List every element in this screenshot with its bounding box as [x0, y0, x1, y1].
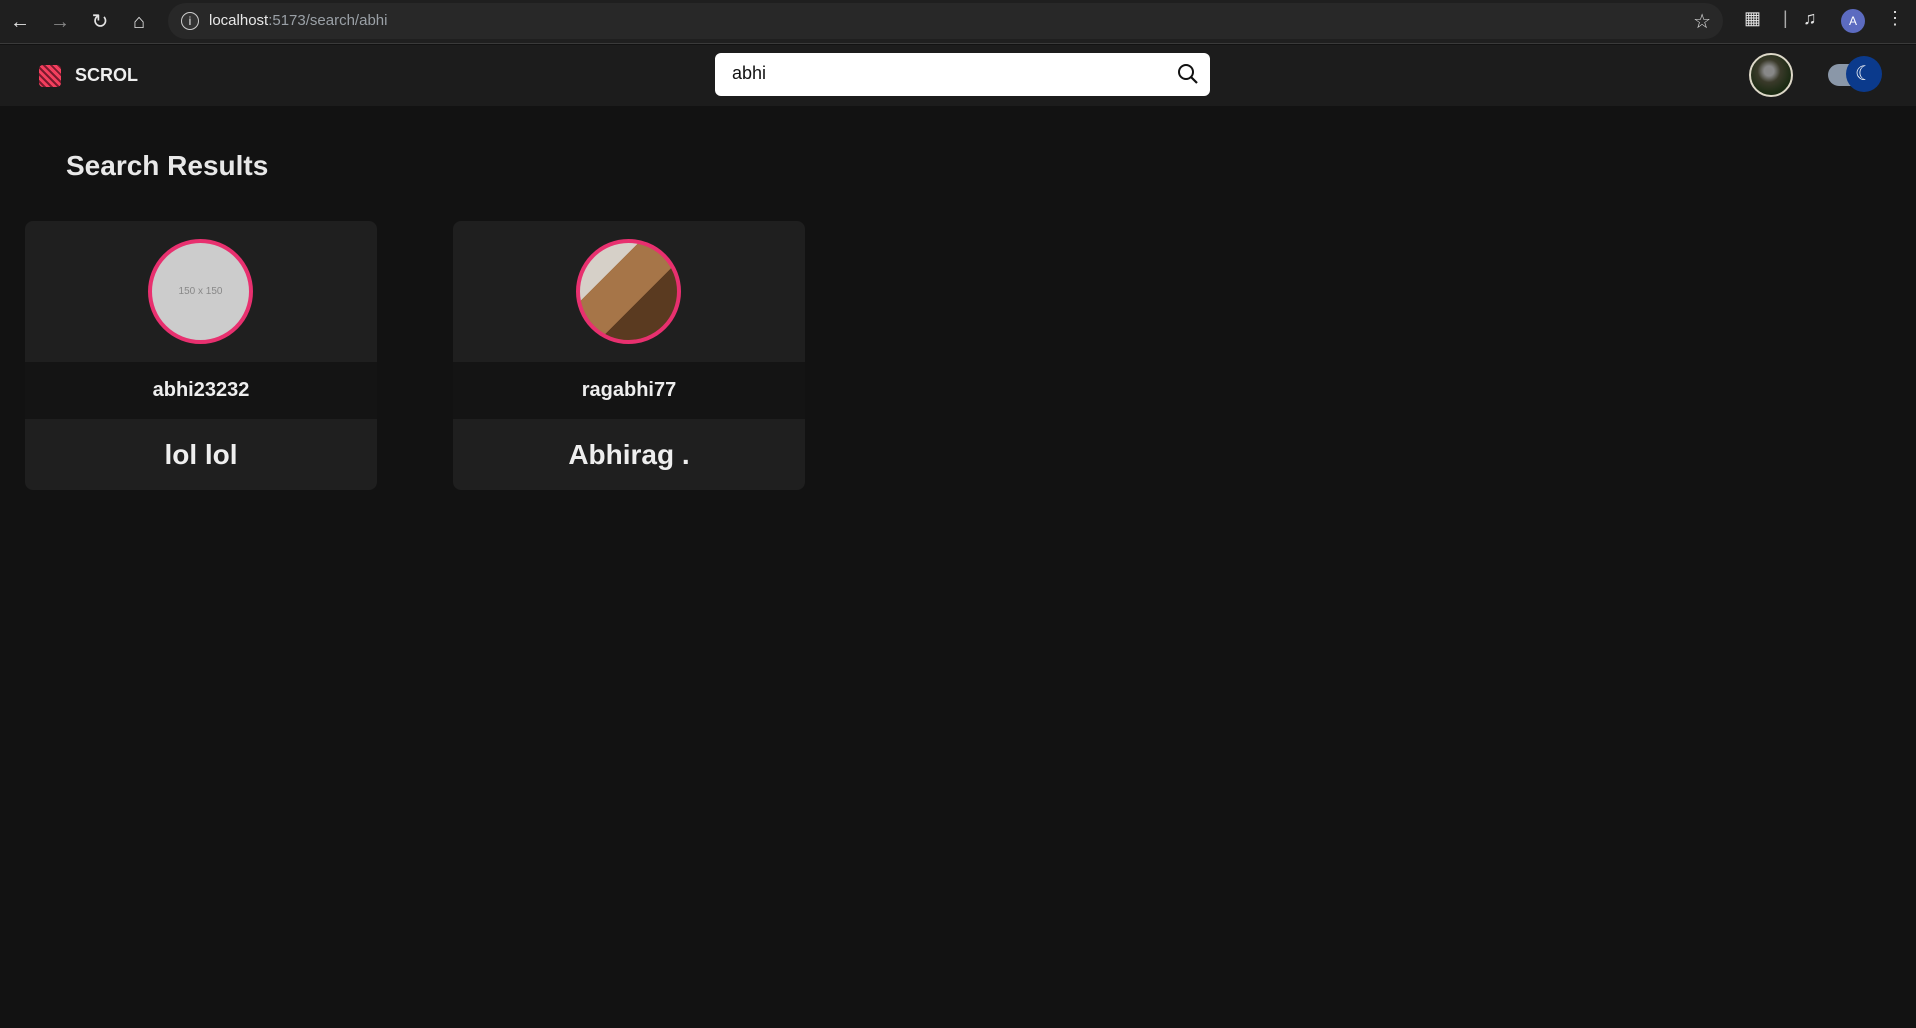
app-header: SCROL ☾ — [0, 45, 1916, 106]
back-icon[interactable]: ← — [6, 8, 34, 36]
bookmark-star-icon[interactable]: ☆ — [1693, 9, 1711, 34]
user-avatar[interactable] — [1749, 53, 1793, 97]
media-control-icon[interactable]: ♫ — [1803, 8, 1817, 29]
username: ragabhi77 — [453, 362, 805, 419]
brand-name[interactable]: SCROL — [75, 65, 138, 86]
username: abhi23232 — [25, 362, 377, 419]
page-title: Search Results — [66, 150, 269, 181]
reload-icon[interactable]: ↻ — [86, 8, 114, 36]
browser-toolbar: ← → ↻ ⌂ i localhost:5173/search/abhi ☆ ▦… — [0, 0, 1916, 44]
search-input[interactable] — [732, 63, 1152, 84]
search-icon[interactable] — [1176, 62, 1200, 86]
menu-kebab-icon[interactable]: ⋮ — [1886, 8, 1904, 29]
site-info-icon[interactable]: i — [181, 12, 199, 30]
divider: | — [1783, 8, 1788, 28]
address-bar[interactable]: i localhost:5173/search/abhi ☆ — [168, 3, 1723, 39]
extensions-icon[interactable]: ▦ — [1744, 8, 1761, 29]
url-text[interactable]: localhost:5173/search/abhi — [209, 12, 387, 29]
user-result-card[interactable]: ragabhi77 Abhirag . — [453, 221, 805, 490]
search-box[interactable] — [715, 53, 1210, 96]
logo-icon[interactable] — [39, 65, 61, 87]
home-icon[interactable]: ⌂ — [125, 8, 153, 36]
display-name: Abhirag . — [568, 439, 690, 470]
browser-profile-avatar[interactable]: A — [1841, 9, 1865, 33]
forward-icon[interactable]: → — [46, 8, 74, 36]
avatar-placeholder: 150 x 150 — [148, 239, 253, 344]
avatar — [576, 239, 681, 344]
moon-icon[interactable]: ☾ — [1846, 56, 1882, 92]
display-name: lol lol — [164, 439, 238, 470]
user-result-card[interactable]: 150 x 150 abhi23232 lol lol — [25, 221, 377, 490]
